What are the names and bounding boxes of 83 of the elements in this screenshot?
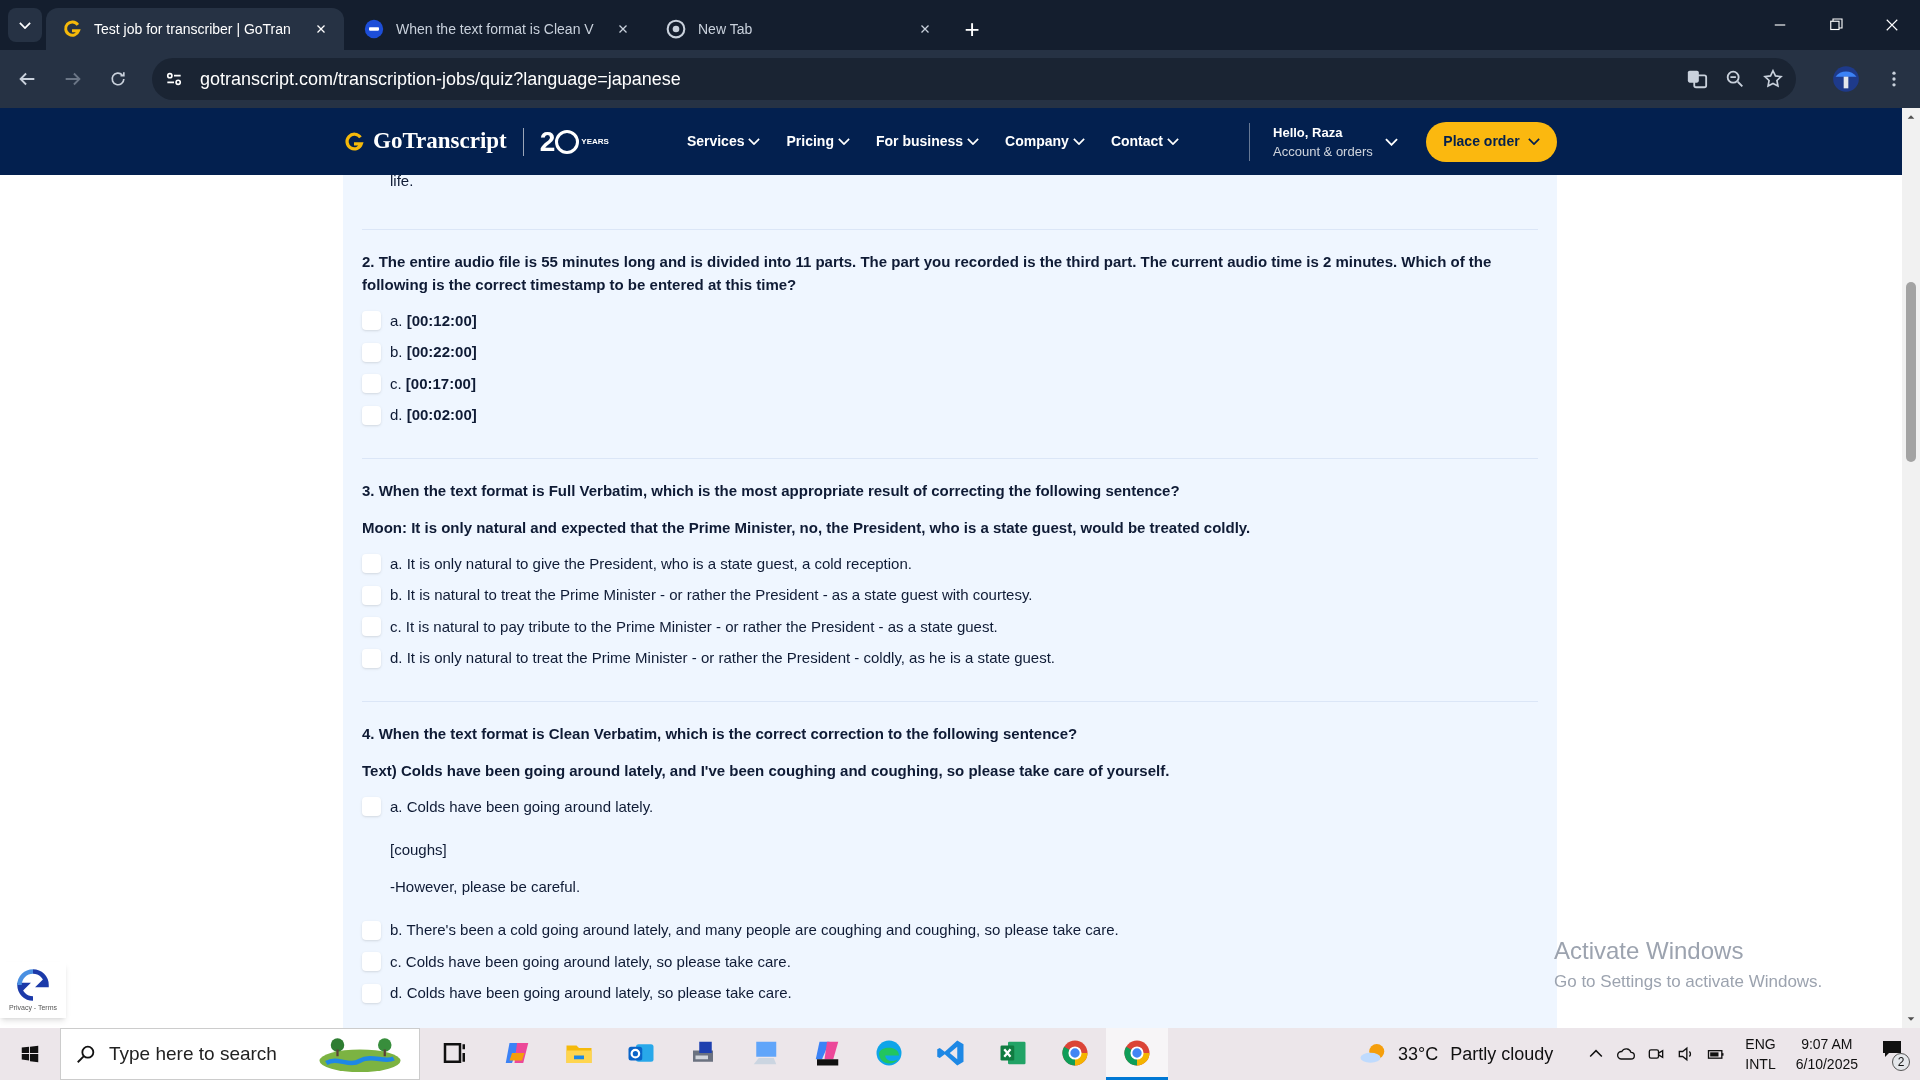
checkbox[interactable] xyxy=(362,374,381,394)
checkbox[interactable] xyxy=(362,952,381,972)
option-label[interactable]: d. It is only natural to treat the Prime Minister - or rather the President - coldly, as he is a state guest. xyxy=(390,647,1056,670)
option-label[interactable]: a. [00:12:00] xyxy=(390,309,477,332)
option-text: [coughs] xyxy=(389,839,447,860)
chevron-icon xyxy=(967,138,980,145)
reload-icon[interactable] xyxy=(108,69,128,89)
site-icon xyxy=(364,19,384,39)
zoom-icon[interactable] xyxy=(1724,68,1746,90)
scroll-thumb[interactable] xyxy=(1906,282,1916,462)
checkbox[interactable] xyxy=(362,405,381,425)
chevron-icon xyxy=(19,21,31,29)
checkbox[interactable] xyxy=(362,648,381,668)
nav-link[interactable]: Company xyxy=(1005,131,1085,152)
chevron-icon xyxy=(1527,138,1540,145)
chevron-icon xyxy=(1167,138,1179,145)
clock[interactable]: 9:07 AM 6/10/2025 xyxy=(1795,1034,1858,1074)
tab-title: New Tab xyxy=(698,19,754,39)
notification-count: 2 xyxy=(1892,1053,1910,1071)
greeting: Hello, Raza xyxy=(1273,123,1344,142)
windows-start-icon[interactable] xyxy=(19,1043,41,1065)
checkbox[interactable] xyxy=(362,983,381,1003)
search-icon xyxy=(75,1043,97,1065)
browser-tab[interactable]: When the text format is Clean V xyxy=(348,8,646,50)
nav-link[interactable]: Contact xyxy=(1110,131,1179,152)
option-text: -However, please be careful. xyxy=(389,876,581,897)
account-menu[interactable]: Hello, Raza Account & orders xyxy=(1273,122,1398,161)
option-label[interactable]: d. [00:02:00] xyxy=(390,404,477,427)
checkbox[interactable] xyxy=(362,585,381,605)
option-label[interactable]: b. There's been a cold going around lately, and many people are coughing and coughing, so please take care. xyxy=(390,919,1119,942)
recaptcha-icon xyxy=(15,966,51,1003)
browser-tab[interactable]: Test job for transcriber | GoTran xyxy=(46,8,344,50)
checkbox[interactable] xyxy=(362,311,381,331)
new-tab-button[interactable]: + xyxy=(952,8,992,50)
tab-list-button[interactable] xyxy=(8,8,42,42)
nav-link[interactable]: Pricing xyxy=(786,131,850,152)
checkbox[interactable] xyxy=(362,342,381,362)
chevron-icon xyxy=(1072,138,1085,145)
ring-icon xyxy=(555,129,580,154)
brand-logo: GoTranscript xyxy=(373,127,507,156)
checkbox[interactable] xyxy=(362,797,381,817)
question-text: 2. The entire audio file is 55 minutes long and is divided into 11 parts. The part you recorded is the third part. The current audio time is 2 minutes. Which of the following is the correct timestamp to be entered at this time? xyxy=(362,252,1493,295)
chevron-icon xyxy=(1384,137,1398,146)
profile-avatar[interactable] xyxy=(1832,65,1860,93)
chevron-icon xyxy=(748,138,761,145)
quiz-sentence: Moon: It is only natural and expected that the Prime Minister, no, the President, who is a state guest, would be treated coldly. xyxy=(362,518,1251,538)
option-label[interactable]: b. It is natural to treat the Prime Minister - or rather the President - as a state guest with courtesy. xyxy=(390,584,1033,607)
checkbox[interactable] xyxy=(362,920,381,940)
tab-title: Test job for transcriber | GoTran xyxy=(94,19,292,39)
question-text: 3. When the text format is Full Verbatim, which is the most appropriate result of correcting the following sentence? xyxy=(362,481,1180,501)
question-text: 4. When the text format is Clean Verbatim, which is the correct correction to the following sentence? xyxy=(362,724,1078,744)
nav-link[interactable]: Services xyxy=(686,131,761,152)
chrome-icon xyxy=(666,19,686,39)
weather-text: Partly cloudy xyxy=(1450,1042,1554,1066)
option-label[interactable]: c. [00:17:00] xyxy=(390,372,476,395)
account-label: Account & orders xyxy=(1273,142,1373,161)
option-label[interactable]: d. Colds have been going around lately, so please take care. xyxy=(390,982,792,1005)
option-label[interactable]: a. It is only natural to give the President, who is a state guest, a cold reception. xyxy=(390,552,912,575)
quiz-sentence: Text) Colds have been going around lately, and I've been coughing and coughing, so please take care of yourself. xyxy=(362,761,1170,781)
logo-icon xyxy=(343,130,365,153)
anniversary-number: 2 xyxy=(539,127,556,156)
language-indicator[interactable]: ENG INTL xyxy=(1745,1034,1776,1074)
option-label[interactable]: a. Colds have been going around lately. xyxy=(390,795,654,818)
watermark-title: Activate Windows xyxy=(1554,935,1744,966)
anniversary-label: YEARS xyxy=(581,135,609,148)
bookmark-star-icon[interactable] xyxy=(1762,68,1784,90)
temperature: 33°C xyxy=(1398,1042,1439,1066)
checkbox[interactable] xyxy=(362,554,381,574)
logo-icon xyxy=(62,19,82,39)
nav-link[interactable]: For business xyxy=(875,131,980,152)
translate-icon[interactable] xyxy=(1686,68,1708,90)
option-label[interactable]: c. Colds have been going around lately, so please take care. xyxy=(390,950,791,973)
checkbox[interactable] xyxy=(362,617,381,637)
watermark-hint: Go to Settings to activate Windows. xyxy=(1554,970,1823,993)
place-order-button[interactable]: Place order xyxy=(1426,121,1557,162)
answer-text: life. xyxy=(389,171,414,191)
option-label[interactable]: b. [00:22:00] xyxy=(390,341,477,364)
scrollbar[interactable] xyxy=(1902,108,1920,1028)
tab-title: When the text format is Clean V xyxy=(396,19,595,39)
taskbar-search-field[interactable]: Type here to search xyxy=(60,1028,420,1080)
browser-tab[interactable]: New Tab xyxy=(650,8,948,50)
option-label[interactable]: c. It is natural to pay tribute to the Prime Minister - or rather the President - as a state guest. xyxy=(390,615,998,638)
chevron-icon xyxy=(837,138,850,145)
